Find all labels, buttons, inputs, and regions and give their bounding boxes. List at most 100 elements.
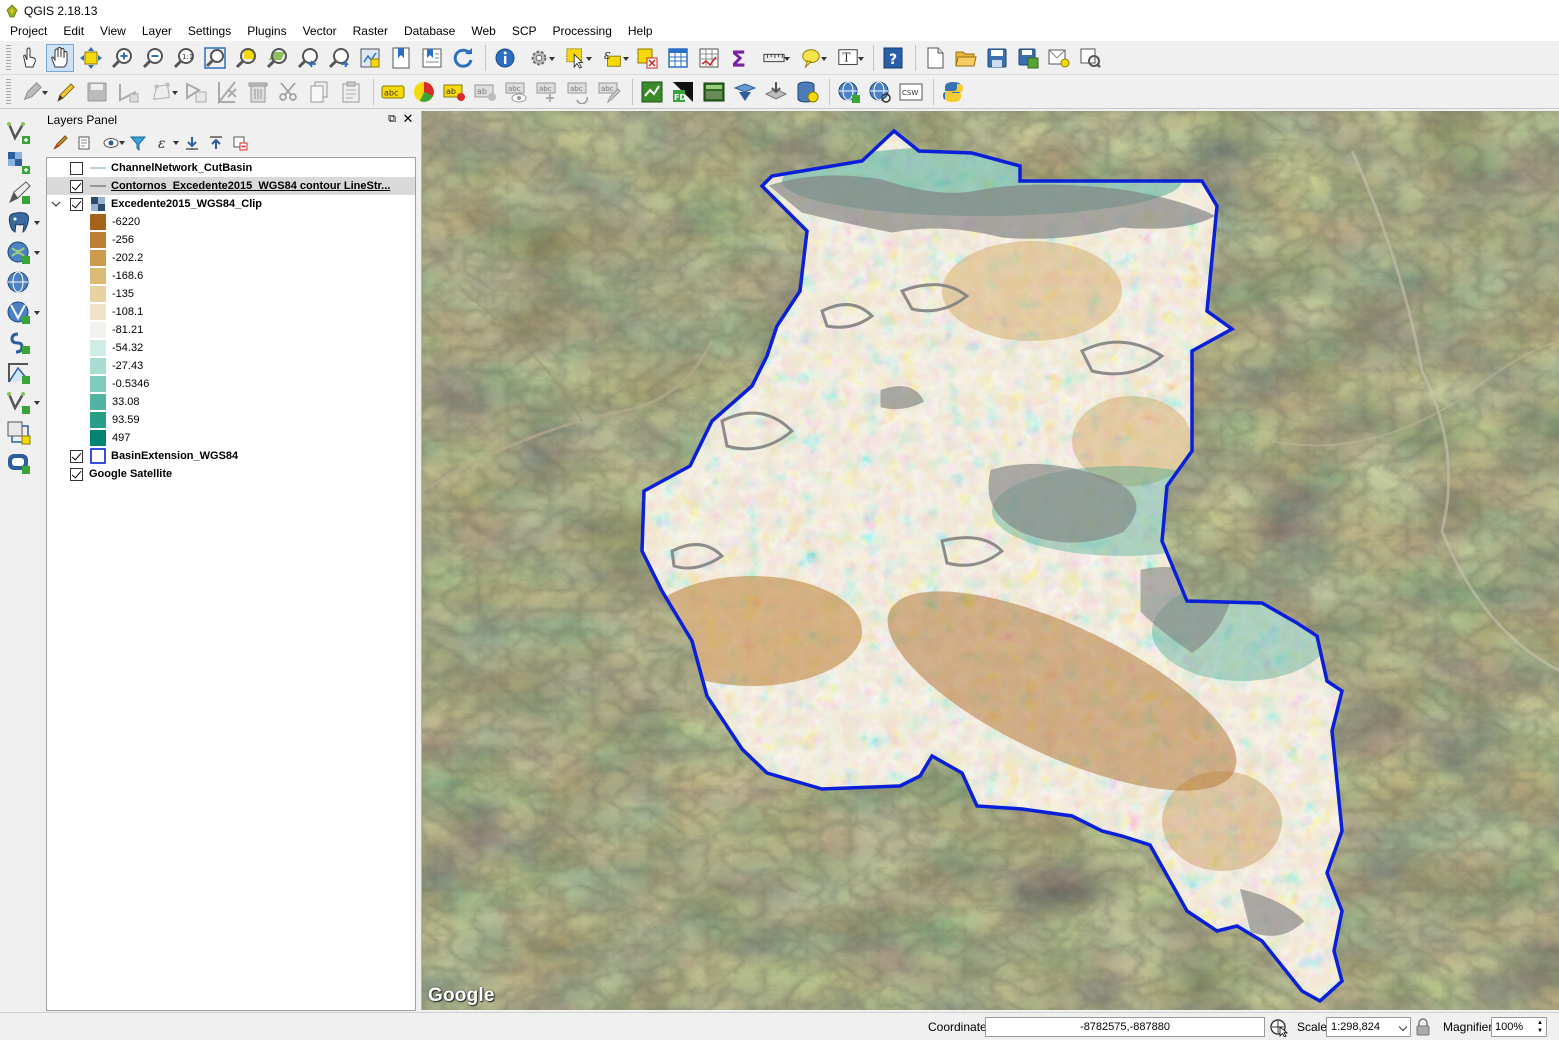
show-hide-labels-button[interactable]: abc	[503, 78, 531, 106]
spin-arrows-icon[interactable]: ▲ ▼	[1537, 1019, 1545, 1035]
layer-visibility-checkbox[interactable]	[70, 449, 83, 463]
rotate-label-button[interactable]: abc	[565, 78, 593, 106]
add-feature-button[interactable]	[114, 78, 142, 106]
composer-manager-button[interactable]	[1076, 44, 1104, 72]
cut-features-button[interactable]	[244, 78, 272, 106]
delete-selected-button[interactable]	[213, 78, 241, 106]
style-manager-button[interactable]	[49, 132, 71, 154]
layer-visibility-checkbox[interactable]	[70, 179, 83, 193]
menu-settings[interactable]: Settings	[180, 22, 239, 41]
paste-features-button[interactable]	[306, 78, 334, 106]
zoom-in-button[interactable]	[108, 44, 136, 72]
identify-button[interactable]	[491, 44, 519, 72]
menu-view[interactable]: View	[92, 22, 134, 41]
toolbar-grip[interactable]	[6, 44, 11, 71]
menu-project[interactable]: Project	[2, 22, 55, 41]
expand-all-button[interactable]	[181, 132, 203, 154]
new-map-view-button[interactable]	[356, 44, 384, 72]
close-panel-icon[interactable]: ✕	[401, 112, 415, 126]
filter-by-expression-button[interactable]: ε	[151, 132, 179, 154]
menu-scp[interactable]: SCP	[504, 22, 545, 41]
add-postgis-layer-button[interactable]	[4, 209, 40, 237]
scp-band-set-button[interactable]	[700, 78, 728, 106]
current-edits-button[interactable]	[15, 78, 49, 106]
copy-features-button[interactable]	[275, 78, 303, 106]
add-group-button[interactable]	[73, 132, 95, 154]
add-delimited-text-button[interactable]	[4, 179, 40, 207]
layer-tree[interactable]: ChannelNetwork_CutBasin Contornos_Excede…	[46, 157, 416, 1011]
menu-vector[interactable]: Vector	[295, 22, 345, 41]
add-csw-button[interactable]: CSW	[897, 78, 925, 106]
add-oracle-layer-button[interactable]	[4, 449, 40, 477]
zoom-to-layer-button[interactable]	[263, 44, 291, 72]
add-virtual-layer-button[interactable]	[4, 389, 40, 417]
open-project-button[interactable]	[952, 44, 980, 72]
menu-help[interactable]: Help	[620, 22, 661, 41]
scp-download-button[interactable]	[762, 78, 790, 106]
highlight-pinned-labels-button[interactable]: ab	[472, 78, 500, 106]
layer-diagram-button[interactable]	[410, 78, 438, 106]
paste-button[interactable]	[337, 78, 365, 106]
create-shapefile-layer-button[interactable]	[4, 359, 40, 387]
new-bookmark-button[interactable]	[387, 44, 415, 72]
menu-raster[interactable]: Raster	[345, 22, 396, 41]
add-vector-layer-button[interactable]	[4, 119, 40, 147]
save-edits-button[interactable]	[83, 78, 111, 106]
zoom-last-button[interactable]	[294, 44, 322, 72]
statistical-summary-button[interactable]: Σ	[726, 44, 754, 72]
select-features-button[interactable]	[559, 44, 593, 72]
text-annotation-button[interactable]: T	[831, 44, 865, 72]
add-raster-layer-button[interactable]	[4, 149, 40, 177]
new-print-composer-button[interactable]	[1045, 44, 1073, 72]
new-project-button[interactable]	[921, 44, 949, 72]
select-by-expression-button[interactable]: ε	[596, 44, 630, 72]
zoom-to-selection-button[interactable]	[232, 44, 260, 72]
layer-row[interactable]: Contornos_Excedente2015_WGS84 contour Li…	[47, 177, 415, 195]
pan-button[interactable]	[46, 43, 74, 72]
zoom-full-button[interactable]	[201, 44, 229, 72]
layer-row[interactable]: BasinExtension_WGS84	[47, 447, 415, 465]
field-calculator-button[interactable]	[695, 44, 723, 72]
layer-labeling-button[interactable]: abc	[379, 78, 407, 106]
pan-to-selection-button[interactable]	[77, 44, 105, 72]
add-wms-button[interactable]	[835, 78, 863, 106]
new-temporary-layer-button[interactable]	[4, 419, 40, 447]
toggle-extents-button[interactable]	[1268, 1017, 1289, 1038]
layer-row[interactable]: Excedente2015_WGS84_Clip	[47, 195, 415, 213]
zoom-actual-size-button[interactable]: 1:1	[170, 44, 198, 72]
undock-panel-icon[interactable]: ⧉	[385, 112, 399, 126]
scale-select[interactable]: 1:298,824	[1326, 1017, 1411, 1037]
zoom-next-button[interactable]	[325, 44, 353, 72]
layer-visibility-checkbox[interactable]	[70, 197, 83, 211]
add-spatialite-layer-button[interactable]	[4, 239, 40, 267]
measure-line-button[interactable]	[757, 44, 791, 72]
toggle-editing-button[interactable]	[52, 78, 80, 106]
move-label-button[interactable]: abc	[534, 78, 562, 106]
help-button[interactable]: ?	[879, 44, 907, 72]
add-wfs-layer-button[interactable]	[4, 329, 40, 357]
python-console-button[interactable]	[939, 78, 967, 106]
run-feature-action-button[interactable]	[522, 44, 556, 72]
layer-visibility-checkbox[interactable]	[70, 161, 83, 175]
collapse-chevron-icon[interactable]	[51, 199, 61, 209]
filter-legend-button[interactable]	[127, 132, 149, 154]
add-wcs-layer-button[interactable]	[4, 299, 40, 327]
magnifier-spinbox[interactable]: 100% ▲ ▼	[1491, 1017, 1547, 1037]
pin-labels-button[interactable]: ab	[441, 78, 469, 106]
layer-row[interactable]: ChannelNetwork_CutBasin	[47, 159, 415, 177]
menu-processing[interactable]: Processing	[545, 22, 620, 41]
touch-button[interactable]	[15, 44, 43, 72]
deselect-button[interactable]	[633, 44, 661, 72]
manage-map-themes-button[interactable]	[97, 132, 125, 154]
map-canvas[interactable]: Google	[421, 111, 1559, 1010]
zoom-out-button[interactable]	[139, 44, 167, 72]
save-as-button[interactable]	[1014, 44, 1042, 72]
scp-roi-button[interactable]: FD	[669, 78, 697, 106]
change-label-button[interactable]: abc	[596, 78, 624, 106]
move-feature-button[interactable]	[182, 78, 210, 106]
attribute-table-button[interactable]	[664, 44, 692, 72]
scp-database-button[interactable]	[793, 78, 821, 106]
layer-row[interactable]: Google Satellite	[47, 465, 415, 483]
node-tool-button[interactable]	[145, 78, 179, 106]
show-bookmarks-button[interactable]	[418, 44, 446, 72]
